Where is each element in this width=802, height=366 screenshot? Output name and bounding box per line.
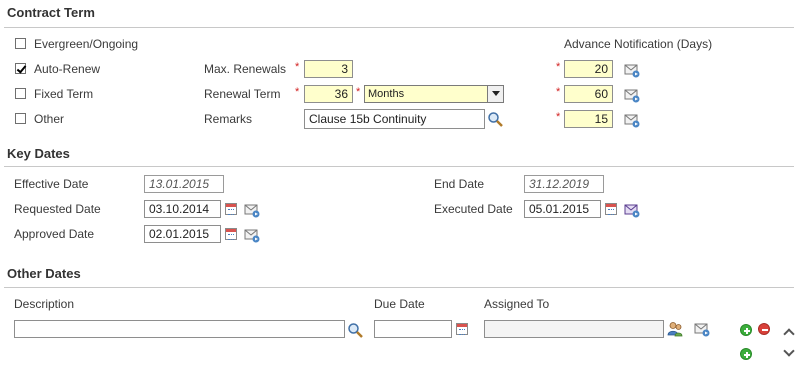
advance-notification-input-2[interactable]: 60	[564, 85, 613, 103]
effective-date-label: Effective Date	[14, 177, 89, 191]
required-marker: *	[356, 86, 361, 98]
required-marker: *	[556, 86, 561, 98]
section-divider	[4, 27, 794, 28]
calendar-icon[interactable]	[225, 203, 237, 215]
required-marker: *	[556, 61, 561, 73]
column-header-due-date: Due Date	[374, 297, 425, 311]
required-marker: *	[295, 86, 300, 98]
section-divider	[4, 166, 794, 167]
notify-envelope-icon[interactable]	[624, 87, 640, 103]
other-checkbox[interactable]	[15, 113, 26, 124]
renewal-term-input[interactable]: 36	[304, 85, 353, 103]
other-label: Other	[34, 112, 65, 126]
add-icon[interactable]	[740, 324, 752, 336]
max-renewals-input[interactable]: 3	[304, 60, 353, 78]
fixed-term-checkbox[interactable]	[15, 88, 26, 99]
end-date-field: 31.12.2019	[524, 175, 604, 193]
approved-date-label: Approved Date	[14, 227, 95, 241]
section-title-key-dates: Key Dates	[7, 146, 70, 161]
auto-renew-checkbox[interactable]	[15, 63, 26, 74]
renewal-term-unit-value: Months	[368, 88, 405, 100]
requested-date-label: Requested Date	[14, 202, 101, 216]
notify-envelope-icon[interactable]	[244, 227, 260, 243]
fixed-term-label: Fixed Term	[34, 87, 94, 101]
chevron-down-icon[interactable]	[487, 86, 503, 102]
due-date-input[interactable]	[374, 320, 452, 338]
notify-envelope-icon[interactable]	[624, 62, 640, 78]
notify-envelope-icon[interactable]	[624, 202, 640, 218]
calendar-icon[interactable]	[225, 228, 237, 240]
executed-date-input[interactable]: 05.01.2015	[524, 200, 601, 218]
notify-envelope-icon[interactable]	[624, 112, 640, 128]
approved-date-input[interactable]: 02.01.2015	[144, 225, 221, 243]
required-marker: *	[295, 61, 300, 73]
renewal-term-unit-select[interactable]: Months	[364, 85, 504, 103]
calendar-icon[interactable]	[456, 323, 468, 335]
auto-renew-label: Auto-Renew	[34, 62, 101, 76]
description-input[interactable]	[14, 320, 345, 338]
assigned-to-input[interactable]	[484, 320, 664, 338]
required-marker: *	[556, 111, 561, 123]
column-header-assigned-to: Assigned To	[484, 297, 550, 311]
executed-date-label: Executed Date	[434, 202, 513, 216]
max-renewals-label: Max. Renewals	[204, 62, 287, 76]
advance-notification-input-1[interactable]: 20	[564, 60, 613, 78]
requested-date-input[interactable]: 03.10.2014	[144, 200, 221, 218]
notify-envelope-icon[interactable]	[694, 321, 710, 337]
section-title-contract-term: Contract Term	[7, 5, 95, 20]
end-date-label: End Date	[434, 177, 485, 191]
add-icon[interactable]	[740, 348, 752, 360]
remove-icon[interactable]	[758, 323, 770, 335]
advance-notification-input-3[interactable]: 15	[564, 110, 613, 128]
section-divider	[4, 287, 794, 288]
user-select-icon[interactable]	[667, 321, 683, 337]
chevron-up-icon[interactable]	[783, 327, 795, 339]
lookup-magnifier-icon[interactable]	[487, 111, 503, 127]
column-header-description: Description	[14, 297, 75, 311]
lookup-magnifier-icon[interactable]	[347, 322, 363, 338]
evergreen-checkbox[interactable]	[15, 38, 26, 49]
advance-notification-label: Advance Notification (Days)	[564, 37, 713, 51]
renewal-term-label: Renewal Term	[204, 87, 281, 101]
notify-envelope-icon[interactable]	[244, 202, 260, 218]
evergreen-label: Evergreen/Ongoing	[34, 37, 139, 51]
remarks-label: Remarks	[204, 112, 253, 126]
effective-date-field: 13.01.2015	[144, 175, 224, 193]
calendar-icon[interactable]	[605, 203, 617, 215]
section-title-other-dates: Other Dates	[7, 266, 81, 281]
remarks-input[interactable]: Clause 15b Continuity	[304, 109, 485, 129]
chevron-down-icon[interactable]	[783, 347, 795, 359]
